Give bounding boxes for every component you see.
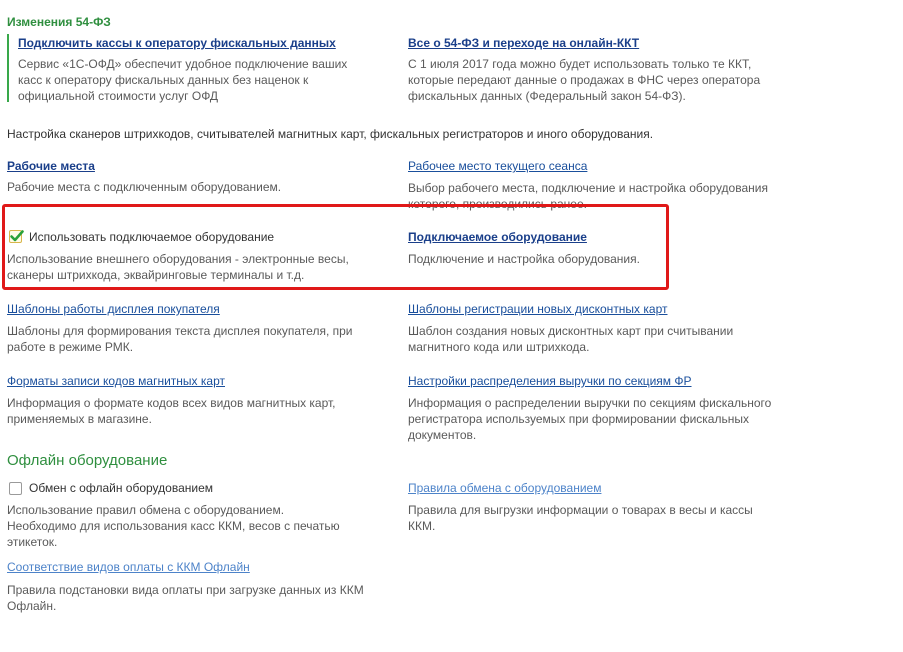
fz54-accent-bar (7, 34, 9, 102)
workplaces-link[interactable]: Рабочие места (7, 159, 95, 173)
desc-line: Правила подстановки вида оплаты при загр… (7, 583, 364, 597)
desc-line: Использование внешнего оборудования - эл… (7, 252, 349, 266)
use-equipment-desc: Использование внешнего оборудования - эл… (7, 251, 397, 283)
desc-line: Сервис «1С-ОФД» обеспечит удобное подклю… (18, 57, 348, 71)
desc-line: фискальных данных (Федеральный закон 54-… (408, 89, 686, 103)
desc-line: Необходимо для использования касс ККМ, в… (7, 519, 340, 533)
desc-line: официальной стоимости услуг ОФД (18, 89, 219, 103)
use-equipment-checkbox[interactable] (9, 230, 24, 243)
desc-line: Информация о распределении выручки по се… (408, 396, 772, 410)
desc-line: Использование правил обмена с оборудован… (7, 503, 285, 517)
display-templates-link[interactable]: Шаблоны работы дисплея покупателя (7, 302, 220, 316)
desc-line: касс к оператору фискальных данных без н… (18, 73, 309, 87)
desc-line: сканеры штрихкода, эквайринговые термина… (7, 268, 305, 282)
payment-mapping-desc: Правила подстановки вида оплаты при загр… (7, 582, 407, 614)
connected-equipment-link[interactable]: Подключаемое оборудование (408, 230, 587, 244)
offline-section-title: Офлайн оборудование (7, 452, 168, 469)
exchange-rules-link[interactable]: Правила обмена с оборудованием (408, 481, 601, 495)
desc-line: документов. (408, 428, 477, 442)
revenue-distribution-desc: Информация о распределении выручки по се… (408, 395, 808, 443)
workplaces-desc: Рабочие места с подключенным оборудовани… (7, 180, 282, 194)
desc-line: магнитного кода или штрихкода. (408, 340, 590, 354)
desc-line: Информация о формате кодов всех видов ма… (7, 396, 336, 410)
desc-line: регистратора используемых при формирован… (408, 412, 749, 426)
desc-line: работе в режиме РМК. (7, 340, 134, 354)
current-workplace-link[interactable]: Рабочее место текущего сеанса (408, 159, 587, 173)
offline-exchange-label[interactable]: Обмен с офлайн оборудованием (29, 481, 213, 495)
offline-exchange-desc: Использование правил обмена с оборудован… (7, 502, 397, 550)
desc-line: Правила для выгрузки информации о товара… (408, 503, 753, 517)
payment-mapping-link[interactable]: Соответствие видов оплаты с ККМ Офлайн (7, 560, 250, 574)
desc-line: этикеток. (7, 535, 58, 549)
desc-line: С 1 июля 2017 года можно будет использов… (408, 57, 752, 71)
revenue-distribution-link[interactable]: Настройки распределения выручки по секци… (408, 374, 692, 388)
fz54-title: Изменения 54-ФЗ (7, 15, 111, 29)
connected-equipment-desc: Подключение и настройка оборудования. (408, 252, 640, 266)
desc-line: которые передают данные о продажах в ФНС… (408, 73, 761, 87)
desc-line: применяемых в магазине. (7, 412, 152, 426)
discount-templates-link[interactable]: Шаблоны регистрации новых дисконтных кар… (408, 302, 668, 316)
checkmark-icon (10, 230, 24, 242)
desc-line: Шаблон создания новых дисконтных карт пр… (408, 324, 734, 338)
desc-line: ККМ. (408, 519, 436, 533)
fz54-connect-ofd-desc: Сервис «1С-ОФД» обеспечит удобное подклю… (18, 56, 398, 104)
desc-line: Офлайн. (7, 599, 57, 613)
fz54-about-desc: С 1 июля 2017 года можно будет использов… (408, 56, 808, 104)
offline-exchange-checkbox[interactable] (9, 482, 22, 495)
desc-line: Выбор рабочего места, подключение и наст… (408, 181, 768, 195)
display-templates-desc: Шаблоны для формирования текста дисплея … (7, 323, 397, 355)
fz54-connect-ofd-link[interactable]: Подключить кассы к оператору фискальных … (18, 36, 336, 50)
fz54-about-link[interactable]: Все о 54-ФЗ и переходе на онлайн-ККТ (408, 36, 639, 50)
equipment-intro: Настройка сканеров штрихкодов, считывате… (7, 127, 654, 141)
desc-line: Шаблоны для формирования текста дисплея … (7, 324, 353, 338)
use-equipment-label[interactable]: Использовать подключаемое оборудование (29, 230, 274, 244)
magcard-formats-link[interactable]: Форматы записи кодов магнитных карт (7, 374, 225, 388)
magcard-formats-desc: Информация о формате кодов всех видов ма… (7, 395, 397, 427)
exchange-rules-desc: Правила для выгрузки информации о товара… (408, 502, 808, 534)
discount-templates-desc: Шаблон создания новых дисконтных карт пр… (408, 323, 808, 355)
